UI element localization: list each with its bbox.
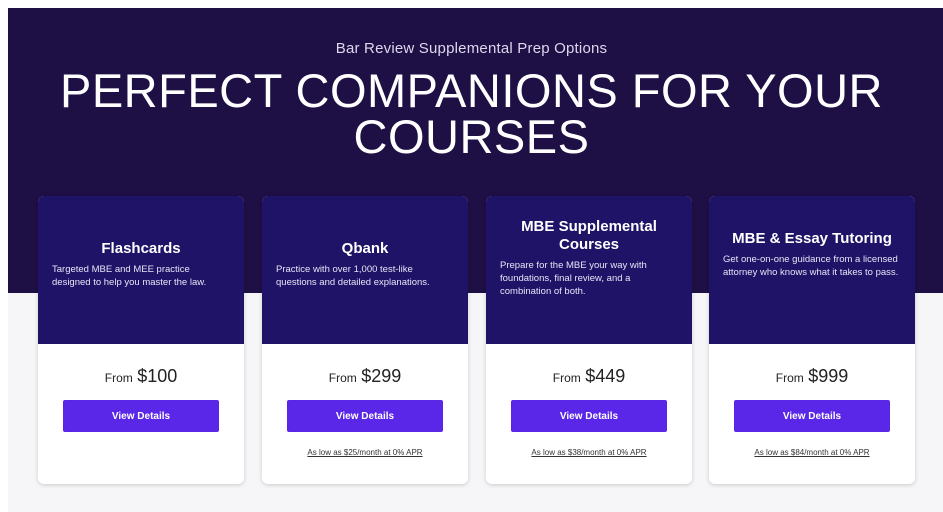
price-amount: $999 <box>808 366 849 386</box>
product-card-qbank: Qbank Practice with over 1,000 test-like… <box>262 196 468 484</box>
price-amount: $299 <box>361 366 402 386</box>
card-title: Qbank <box>341 240 389 257</box>
view-details-button[interactable]: View Details <box>63 400 219 432</box>
card-description: Get one-on-one guidance from a licensed … <box>723 254 899 278</box>
card-header: Flashcards Targeted MBE and MEE practice… <box>38 196 244 344</box>
price-from-label: From <box>552 371 581 385</box>
card-price: From $449 <box>486 366 692 387</box>
card-title: MBE & Essay Tutoring <box>732 230 892 247</box>
card-title: MBE Supplemental Courses <box>521 218 657 253</box>
card-title: Flashcards <box>101 240 181 257</box>
card-description: Prepare for the MBE your way with founda… <box>500 260 647 297</box>
price-from-label: From <box>328 371 357 385</box>
hero-headline: PERFECT COMPANIONS FOR YOUR COURSES <box>59 64 884 163</box>
view-details-button[interactable]: View Details <box>287 400 443 432</box>
card-description: Practice with over 1,000 test-like quest… <box>276 264 430 288</box>
hero-eyebrow: Bar Review Supplemental Prep Options <box>335 40 608 57</box>
product-card-flashcards: Flashcards Targeted MBE and MEE practice… <box>38 196 244 484</box>
view-details-button[interactable]: View Details <box>511 400 667 432</box>
view-details-button[interactable]: View Details <box>734 400 890 432</box>
price-amount: $449 <box>585 366 626 386</box>
price-from-label: From <box>775 371 804 385</box>
price-amount: $100 <box>137 366 178 386</box>
card-price: From $100 <box>38 366 244 387</box>
card-header: MBE & Essay Tutoring Get one-on-one guid… <box>709 196 915 344</box>
price-from-label: From <box>104 371 133 385</box>
financing-link[interactable]: As low as $25/month at 0% APR <box>307 448 422 457</box>
product-card-mbe-supplemental: MBE Supplemental Courses Prepare for the… <box>486 196 692 484</box>
financing-link[interactable]: As low as $38/month at 0% APR <box>531 448 646 457</box>
financing-link[interactable]: As low as $84/month at 0% APR <box>754 448 869 457</box>
card-description: Targeted MBE and MEE practice designed t… <box>52 264 207 288</box>
page: Bar Review Supplemental Prep Options PER… <box>0 0 943 512</box>
card-header: MBE Supplemental Courses Prepare for the… <box>486 196 692 344</box>
card-price: From $299 <box>262 366 468 387</box>
card-price: From $999 <box>709 366 915 387</box>
product-card-tutoring: MBE & Essay Tutoring Get one-on-one guid… <box>709 196 915 484</box>
card-header: Qbank Practice with over 1,000 test-like… <box>262 196 468 344</box>
